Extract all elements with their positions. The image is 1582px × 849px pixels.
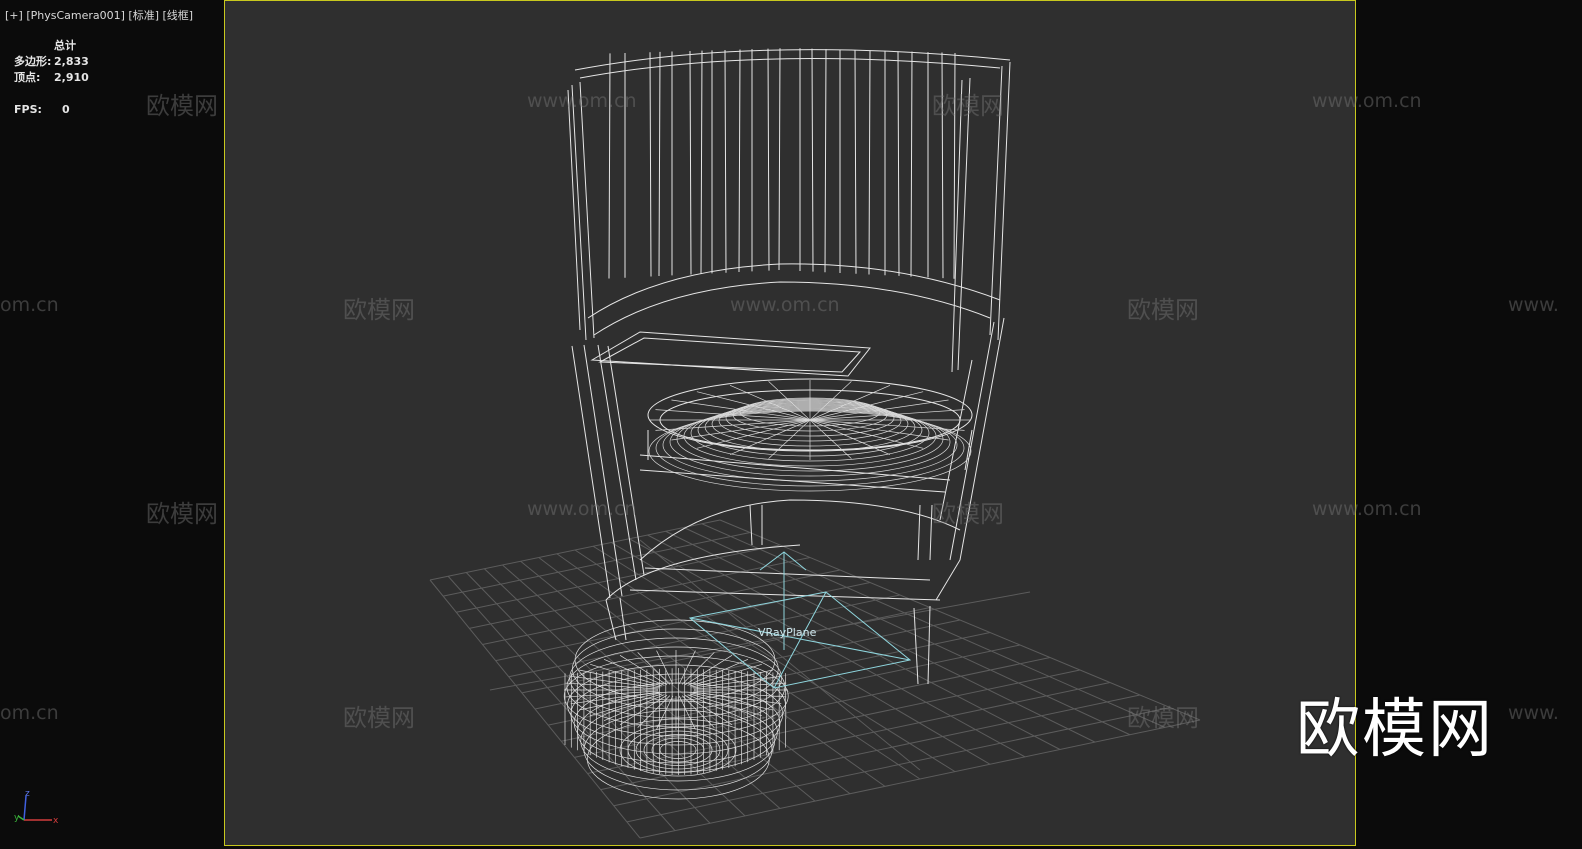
home-grid <box>429 519 1201 839</box>
ottoman-bottom-ring <box>643 734 713 766</box>
grid-line <box>610 542 991 765</box>
watermark-cn: 欧模网 <box>146 500 218 528</box>
watermark-cn: 欧模网 <box>932 500 1004 528</box>
axis-x-label: x <box>53 816 59 826</box>
vray-plane-label: VRayPlane <box>758 626 817 639</box>
grid-line <box>626 707 1171 823</box>
watermark-cn: 欧模网 <box>343 704 415 732</box>
fps-value: 0 <box>62 103 70 116</box>
watermark-cn: 欧模网 <box>1127 296 1199 324</box>
polygons-label: 多边形: <box>14 55 52 68</box>
watermark-url-cut: www. <box>1508 294 1559 316</box>
axis-z-label: z <box>25 790 30 799</box>
watermark-url-cut: om.cn <box>0 294 59 316</box>
polygons-value: 2,833 <box>54 55 89 68</box>
fps-label: FPS: <box>14 103 42 116</box>
grid-line <box>639 719 1201 839</box>
axis-tripod-icon: x z y <box>14 790 59 826</box>
viewport-mode-menu[interactable]: [线框] <box>163 9 194 22</box>
vertices-value: 2,910 <box>54 71 89 84</box>
watermark-url: www.om.cn <box>1312 90 1422 112</box>
watermark-cn: 欧模网 <box>1127 704 1199 732</box>
watermark-url: om.cn <box>730 702 789 724</box>
watermark-url: www.om.cn <box>527 90 637 112</box>
watermark-url: www.om.cn <box>527 498 637 520</box>
statistics-overlay: 总计 多边形: 2,833 顶点: 2,910 FPS: 0 <box>14 38 89 118</box>
viewport-shading-menu[interactable]: [标准] <box>128 9 159 22</box>
grid-line <box>719 519 1201 721</box>
viewport[interactable]: [+] [PhysCamera001] [标准] [线框] 总计 多边形: 2,8… <box>0 0 1582 849</box>
watermark-cn: 欧模网 <box>343 296 415 324</box>
stats-header: 总计 <box>54 39 76 52</box>
watermark-cn: 欧模网 <box>932 92 1004 120</box>
watermark-url: www.om.cn <box>730 294 840 316</box>
ottoman-bottom-ring <box>659 741 697 759</box>
axis-y-label: y <box>14 813 20 823</box>
armchair-wireframe <box>567 48 1011 685</box>
watermark-url: www.om.cn <box>1312 498 1422 520</box>
grid-line <box>613 694 1141 807</box>
viewport-label[interactable]: [+] [PhysCamera001] [标准] [线框] <box>5 7 193 23</box>
watermark-url-cut: om.cn <box>0 702 59 724</box>
watermark-url-cut: www. <box>1508 702 1559 724</box>
viewport-menu-plus[interactable]: [+] <box>5 9 23 22</box>
viewport-camera-menu[interactable]: [PhysCamera001] <box>26 9 125 22</box>
ottoman-bottom-ring <box>619 723 737 777</box>
grid-line <box>592 545 956 773</box>
vertices-label: 顶点: <box>14 71 41 84</box>
watermark-cn: 欧模网 <box>146 92 218 120</box>
site-logo: 欧模网 <box>1296 693 1494 767</box>
